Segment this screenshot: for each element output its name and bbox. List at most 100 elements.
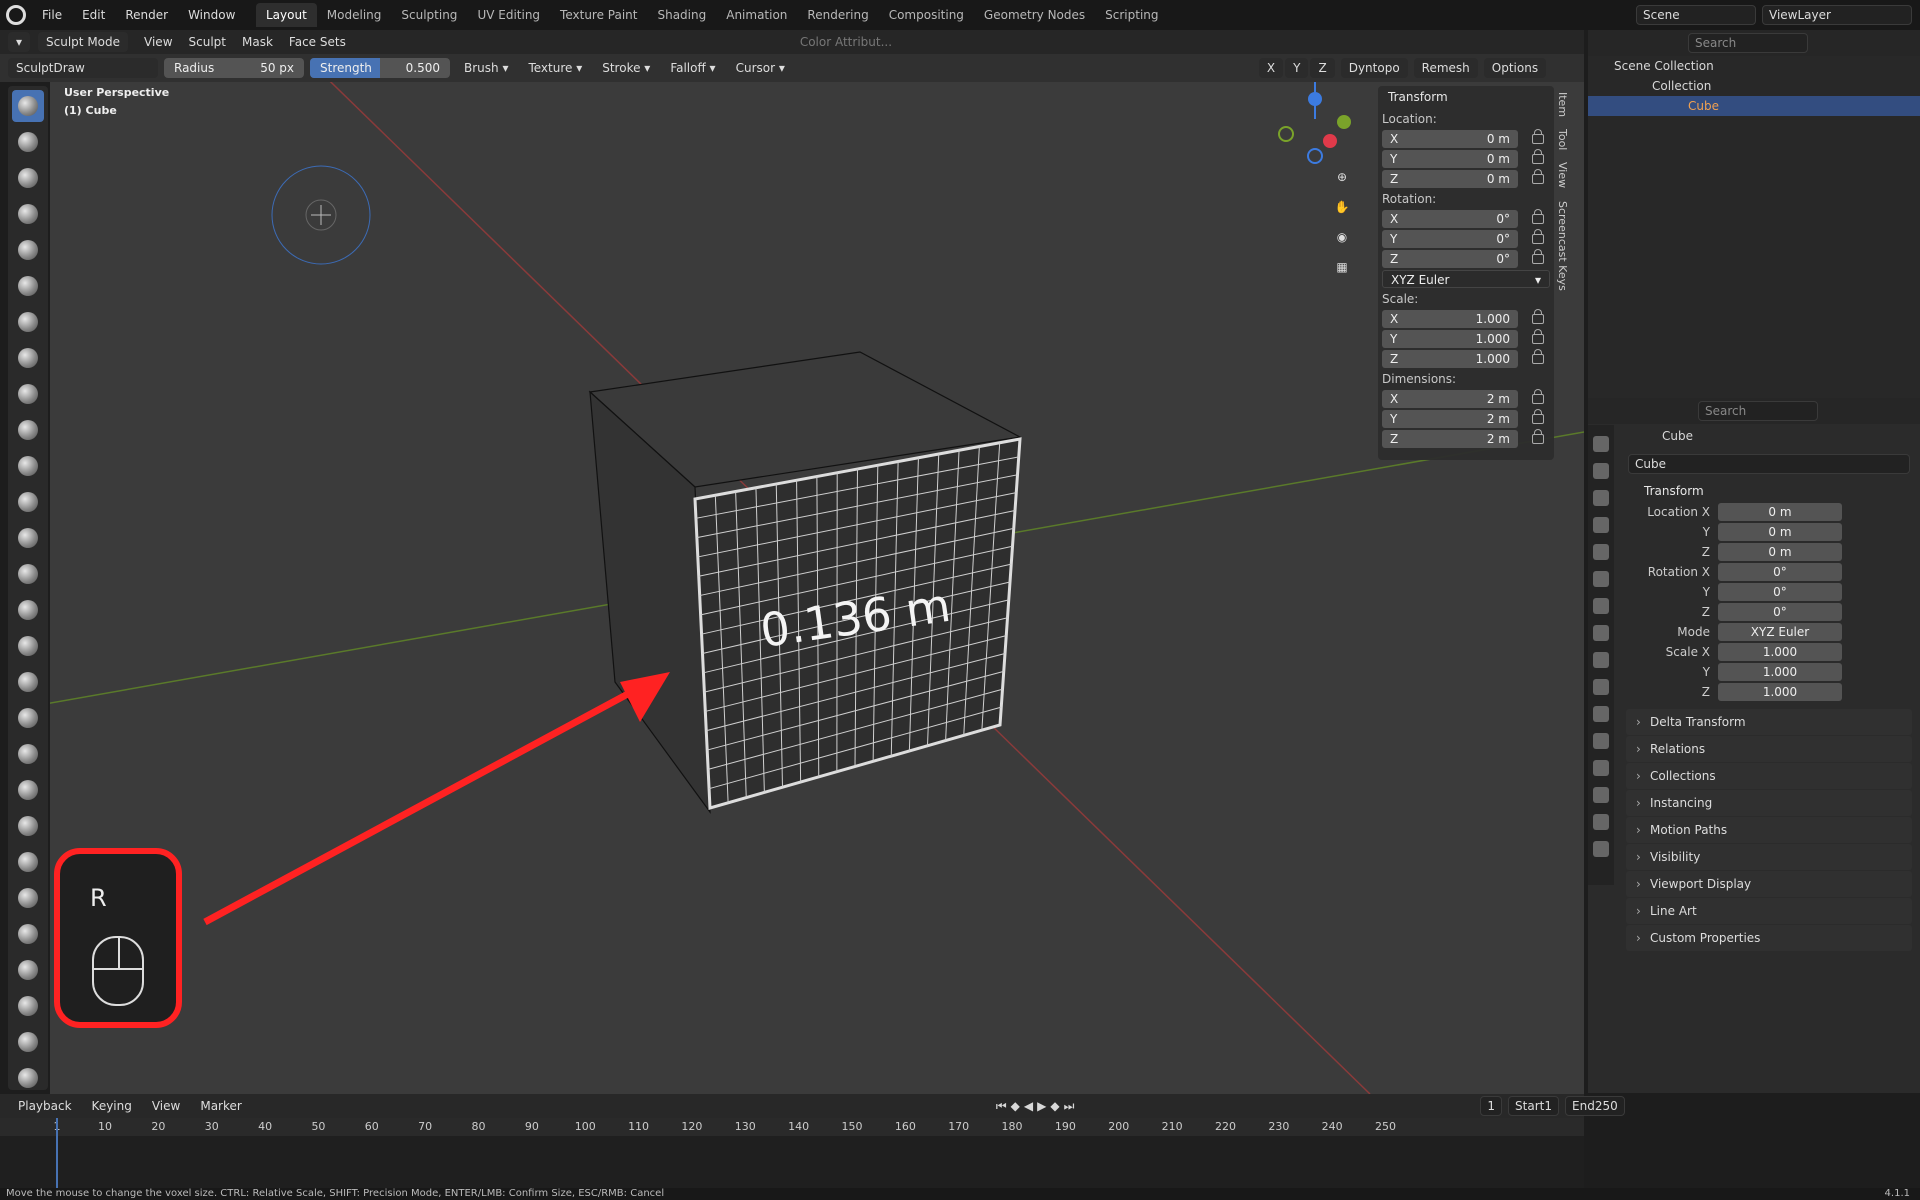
prop-value[interactable]: 1.000 [1718,642,1842,661]
section-visibility[interactable]: Visibility [1626,844,1912,870]
location-y-field[interactable]: Y 0 m [1382,149,1518,168]
section-delta-transform[interactable]: Delta Transform [1626,709,1912,735]
lock-icon[interactable] [1532,248,1544,264]
falloff-dropdown[interactable]: Falloff ▾ [662,58,723,78]
properties-tab-icon[interactable] [1593,625,1609,641]
object-name-field[interactable]: Cube [1628,454,1910,474]
sculpt-tool-3[interactable] [12,162,44,194]
properties-tab-icon[interactable] [1593,436,1609,452]
menu-render[interactable]: Render [115,0,178,30]
brush-dropdown[interactable]: Brush ▾ [456,58,516,78]
prev-key-icon[interactable]: ◆ [1011,1099,1020,1113]
lock-icon[interactable] [1532,408,1544,424]
symmetry-y-toggle[interactable]: Y [1285,58,1309,78]
properties-tab-icon[interactable] [1593,598,1609,614]
sculpt-tool-12[interactable] [12,486,44,518]
tab-shading[interactable]: Shading [647,3,716,27]
tab-animation[interactable]: Animation [716,3,797,27]
zoom-icon[interactable]: ⊕ [1330,170,1354,194]
perspective-grid-icon[interactable]: ▦ [1330,260,1354,284]
prop-value[interactable]: 1.000 [1718,662,1842,681]
transform-panel-title[interactable]: Transform [1378,86,1554,108]
scale-y-field[interactable]: Y 1.000 [1382,329,1518,348]
sculpt-tool-24[interactable] [12,918,44,950]
scene-field[interactable]: Scene [1636,5,1756,25]
dimension-z-field[interactable]: Z 2 m [1382,429,1518,448]
properties-tab-icon[interactable] [1593,652,1609,668]
tab-texture-paint[interactable]: Texture Paint [550,3,647,27]
start-frame-field[interactable]: Start 1 [1508,1096,1559,1116]
lock-icon[interactable] [1532,328,1544,344]
lock-icon[interactable] [1532,348,1544,364]
properties-tab-icon[interactable] [1593,517,1609,533]
tab-modeling[interactable]: Modeling [317,3,392,27]
sculpt-tool-11[interactable] [12,450,44,482]
stroke-dropdown[interactable]: Stroke ▾ [594,58,658,78]
radius-slider[interactable]: Radius 50 px [164,58,304,78]
menu-sculpt[interactable]: Sculpt [181,32,234,52]
menu-file[interactable]: File [32,0,72,30]
properties-tab-icon[interactable] [1593,463,1609,479]
end-frame-field[interactable]: End 250 [1565,1096,1625,1116]
scene-collection-row[interactable]: Scene Collection [1588,56,1920,76]
sculpt-tool-8[interactable] [12,342,44,374]
texture-dropdown[interactable]: Texture ▾ [520,58,590,78]
prop-value[interactable]: 1.000 [1718,682,1842,701]
sculpt-tool-26[interactable] [12,990,44,1022]
properties-tab-icon[interactable] [1593,841,1609,857]
options-dropdown[interactable]: Options [1483,58,1547,78]
view-layer-field[interactable]: ViewLayer [1762,5,1912,25]
transform-section-title[interactable]: Transform [1588,480,1920,502]
sculpt-tool-17[interactable] [12,666,44,698]
tab-layout[interactable]: Layout [256,3,317,27]
strength-slider[interactable]: Strength 0.500 [310,58,450,78]
rotation-z-field[interactable]: Z 0° [1382,249,1518,268]
section-relations[interactable]: Relations [1626,736,1912,762]
tab-scripting[interactable]: Scripting [1095,3,1168,27]
properties-tab-icon[interactable] [1593,571,1609,587]
lock-icon[interactable] [1532,228,1544,244]
jump-end-icon[interactable]: ⏭ [1064,1099,1075,1114]
sculpt-tool-2[interactable] [12,126,44,158]
prop-value[interactable]: 0° [1718,562,1842,581]
sculpt-tool-28[interactable] [12,1062,44,1094]
sculpt-tool-9[interactable] [12,378,44,410]
prop-value[interactable]: 0° [1718,582,1842,601]
brush-name-field[interactable]: SculptDraw [8,58,158,78]
menu-view[interactable]: View [136,32,180,52]
sidebar-tab-view[interactable]: View [1556,156,1569,194]
timeline-menu-playback[interactable]: Playback [10,1096,80,1116]
sculpt-tool-6[interactable] [12,270,44,302]
prop-value[interactable]: 0 m [1718,502,1842,521]
tab-rendering[interactable]: Rendering [797,3,878,27]
dyntopo-dropdown[interactable]: Dyntopo [1340,58,1408,78]
properties-tab-icon[interactable] [1593,760,1609,776]
editor-type-dropdown[interactable]: ▾ [8,32,31,52]
dimension-x-field[interactable]: X 2 m [1382,389,1518,408]
sculpt-tool-14[interactable] [12,558,44,590]
prop-value[interactable]: 0° [1718,602,1842,621]
sculpt-tool-10[interactable] [12,414,44,446]
properties-tab-icon[interactable] [1593,679,1609,695]
sculpt-tool-13[interactable] [12,522,44,554]
playhead[interactable] [56,1118,58,1188]
dimension-y-field[interactable]: Y 2 m [1382,409,1518,428]
scale-z-field[interactable]: Z 1.000 [1382,349,1518,368]
properties-tab-icon[interactable] [1593,814,1609,830]
section-viewport-display[interactable]: Viewport Display [1626,871,1912,897]
tab-geometry-nodes[interactable]: Geometry Nodes [974,3,1095,27]
sidebar-tab-item[interactable]: Item [1556,86,1569,123]
sculpt-tool-22[interactable] [12,846,44,878]
rotation-mode-dropdown[interactable]: XYZ Euler ▾ [1382,269,1550,288]
rotation-y-field[interactable]: Y 0° [1382,229,1518,248]
properties-search[interactable]: Search [1698,401,1818,421]
jump-start-icon[interactable]: ⏮ [996,1099,1007,1114]
current-frame-field[interactable]: 1 [1480,1096,1503,1116]
timeline-menu-keying[interactable]: Keying [84,1096,140,1116]
tab-compositing[interactable]: Compositing [879,3,974,27]
pan-hand-icon[interactable]: ✋ [1330,200,1354,224]
section-line-art[interactable]: Line Art [1626,898,1912,924]
sculpt-tool-20[interactable] [12,774,44,806]
section-collections[interactable]: Collections [1626,763,1912,789]
sculpt-tool-7[interactable] [12,306,44,338]
